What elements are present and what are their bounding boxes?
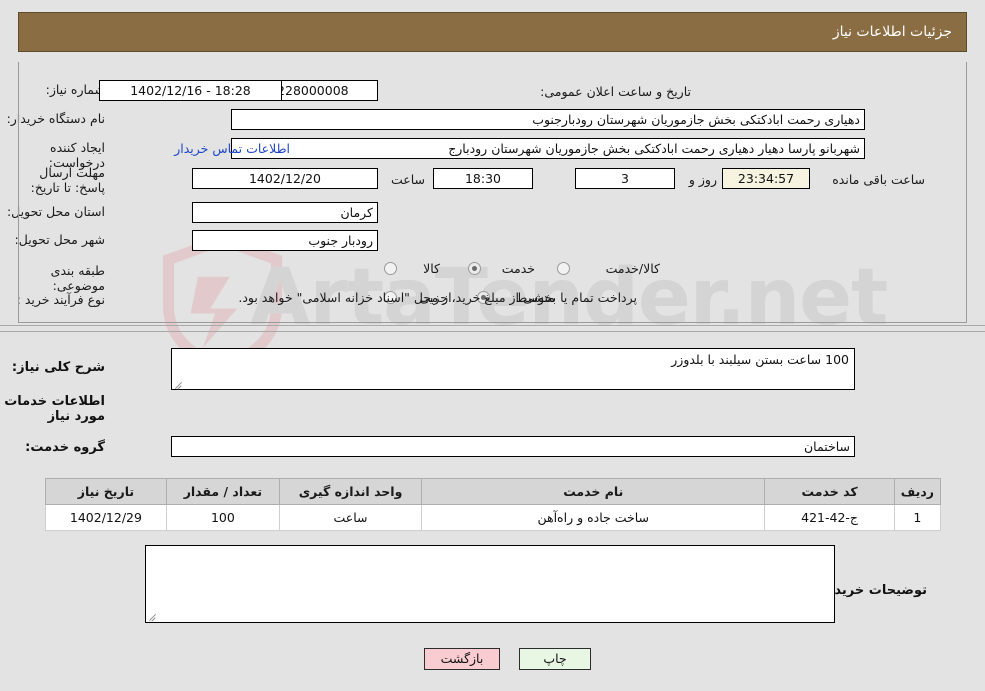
page-title: جزئیات اطلاعات نیاز — [832, 24, 952, 40]
buyer-notes-textarea[interactable] — [145, 545, 835, 623]
th-code[interactable]: کد خدمت — [764, 478, 895, 505]
cell-code: ج-42-421 — [764, 504, 895, 531]
need-summary-panel — [18, 62, 967, 323]
cell-name: ساخت جاده و راه‌آهن — [421, 504, 766, 531]
cell-quantity: 100 — [165, 504, 280, 531]
services-section-title: اطلاعات خدمات مورد نیاز — [4, 394, 105, 424]
table-row: 1 ج-42-421 ساخت جاده و راه‌آهن ساعت 100 … — [45, 504, 942, 531]
window-title-bar: جزئیات اطلاعات نیاز — [18, 12, 967, 52]
cell-row: 1 — [893, 504, 942, 531]
services-table: ردیف کد خدمت نام خدمت واحد اندازه گیری ت… — [45, 478, 942, 531]
th-row[interactable]: ردیف — [893, 478, 942, 505]
divider-bottom — [0, 331, 985, 332]
divider-top — [0, 325, 985, 326]
service-group-label: گروه خدمت: — [25, 440, 105, 455]
cell-date: 1402/12/29 — [45, 504, 167, 531]
th-quantity[interactable]: تعداد / مقدار — [165, 478, 280, 505]
service-group-value: ساختمان — [171, 436, 855, 457]
description-label: شرح کلی نیاز: — [11, 360, 105, 375]
th-date[interactable]: تاریخ نیاز — [45, 478, 167, 505]
page-root: ArtaTender.net جزئیات اطلاعات نیاز شماره… — [0, 0, 985, 691]
th-unit[interactable]: واحد اندازه گیری — [278, 478, 423, 505]
description-textarea[interactable] — [171, 348, 855, 390]
th-name[interactable]: نام خدمت — [421, 478, 766, 505]
back-button[interactable]: بازگشت — [424, 648, 500, 670]
print-button[interactable]: چاپ — [519, 648, 591, 670]
cell-unit: ساعت — [278, 504, 423, 531]
table-header-row: ردیف کد خدمت نام خدمت واحد اندازه گیری ت… — [45, 478, 942, 505]
